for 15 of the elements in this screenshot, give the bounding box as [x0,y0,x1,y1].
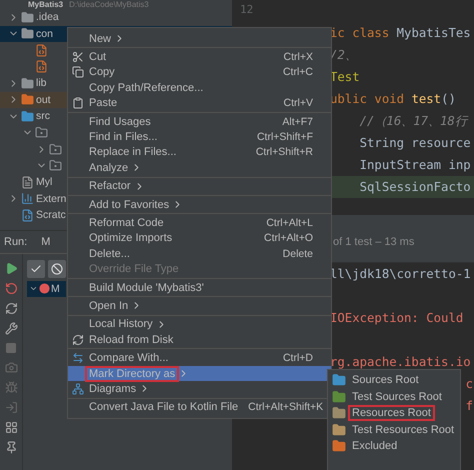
console-line: ll\jdk18\corretto-1 [330,267,471,281]
run-label: Run: [4,236,28,248]
console-line: f [466,399,473,413]
code-line: String resource [358,136,471,150]
console-line: IOException: Could [330,311,464,325]
project-name: MyBatis3 [28,0,64,9]
code-line: InputStream inp [358,158,471,172]
console-line: c [466,377,473,391]
project-path: D:\ideaCode\MyBatis3 [69,0,149,9]
console-line: rg.apache.ibatis.io [330,355,471,369]
code-line: ic class MybatisTes [330,26,471,40]
code-line: //（16、17、18行 [358,112,467,130]
code-line: Test [330,70,360,84]
test-status: of 1 test – 13 ms [333,236,414,248]
line-number: 12 [239,2,254,18]
